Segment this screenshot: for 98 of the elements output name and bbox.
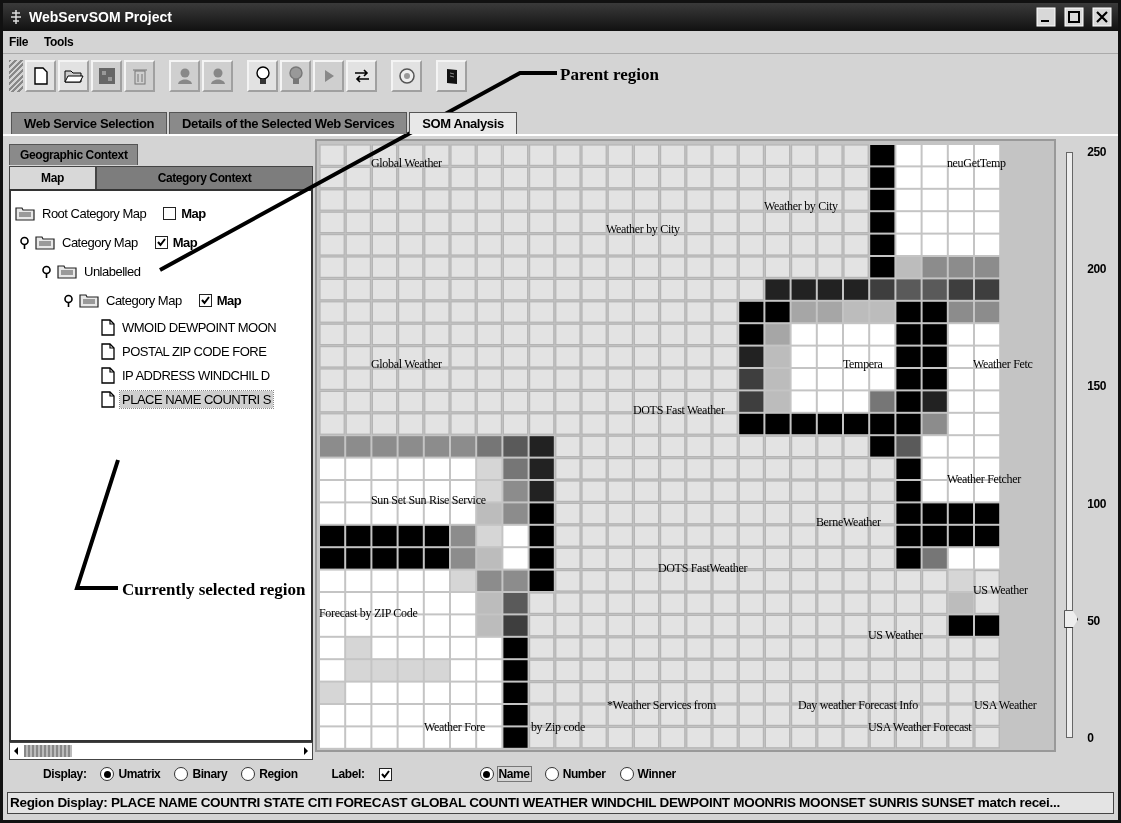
swap-arrows-icon [352,68,371,84]
tab[interactable]: Category Context [96,166,313,189]
node-label: by Zip code [530,720,585,735]
label-caption: Label: [331,767,365,781]
tree-item[interactable]: IP ADDRESS WINDCHIL D [120,366,272,384]
scale-tick-label: 200 [1087,262,1106,277]
node-label: Weather Fetc [972,357,1033,372]
display-label: Display: [43,767,87,781]
scale-tick-label: 50 [1087,613,1100,628]
tree-item[interactable]: Category Map [104,292,184,309]
lightbulb-icon [254,66,271,86]
tree-item[interactable]: WMOID DEWPOINT MOON [120,318,279,336]
node-label: neuGetTemp [946,156,1006,171]
checkbox-label: Map [172,235,198,250]
node-label: USA Weather [973,698,1037,713]
tree-item[interactable]: Root Category Map [40,205,149,222]
map-checkbox[interactable] [163,207,177,220]
toolbar-button[interactable] [346,60,377,92]
node-label: Weather Fetcher [946,472,1022,487]
document-icon [101,342,115,360]
expand-handle-icon[interactable] [63,293,74,308]
node-label: Weather by City [763,199,838,214]
node-label: Sun Set Sun Rise Service [370,493,486,508]
radio-button[interactable]: Binary [174,767,228,781]
tab[interactable]: Details of the Selected Web Services [169,112,408,134]
lightbulb-icon [287,66,304,86]
menu-item[interactable]: Tools [42,35,76,49]
close-icon[interactable] [1092,7,1112,27]
map-checkbox[interactable] [198,294,212,307]
minimize-icon[interactable] [1036,7,1056,27]
tab[interactable]: Map [9,166,96,189]
annotation-label: Currently selected region [122,580,306,600]
folder-icon [79,293,99,308]
tree-item[interactable]: Unlabelled [82,263,143,280]
play-icon [322,69,335,83]
scale-tick-label: 150 [1087,379,1106,394]
node-label: BerneWeather [815,515,881,530]
node-label: Global Weather [370,357,442,372]
node-label: *Weather Services from [606,698,716,713]
document-icon [101,318,115,336]
toolbar-grip[interactable] [9,60,23,92]
maximize-icon[interactable] [1064,7,1084,27]
scale-tick-label: 0 [1087,731,1094,745]
toolbar-button[interactable] [58,60,89,92]
annotation-label: Parent region [560,65,659,85]
toolbar-button[interactable] [391,60,422,92]
folder-icon [15,206,35,221]
window-title: WebServSOM Project [29,9,172,25]
node-label: DOTS Fast Weather [632,403,725,418]
document-icon [101,366,115,384]
scale-tick-label: 250 [1087,145,1106,159]
radio-button[interactable]: Umatrix [100,767,161,781]
person-icon [208,67,227,85]
node-label: US Weather [972,583,1028,598]
open-folder-icon [63,68,84,84]
node-label: Global Weather [370,156,442,171]
map-checkbox[interactable] [154,236,168,249]
tab[interactable]: SOM Analysis [409,112,517,134]
radio-button[interactable]: Number [544,767,606,781]
tab[interactable]: Web Service Selection [11,112,168,134]
scale-tick-label: 100 [1087,496,1106,511]
disc-icon [397,67,416,85]
tree-item[interactable]: PLACE NAME COUNTRI S [120,390,273,408]
folder-icon [35,235,55,250]
toolbar-button[interactable] [25,60,56,92]
document-icon [101,390,115,408]
scrollbar-thumb[interactable] [24,745,72,757]
trash-icon [131,67,148,85]
radio-button[interactable]: Name [479,767,531,781]
expand-handle-icon[interactable] [19,235,30,250]
menu-item[interactable]: File [7,35,31,49]
node-label: Day weather Forecast Info [797,698,918,713]
tree-item[interactable]: Category Map [60,234,140,251]
toolbar-button[interactable] [436,60,467,92]
checkbox-label: Map [181,206,206,221]
node-label: Weather Fore [423,720,485,735]
new-document-icon [32,67,49,85]
horizontal-scrollbar[interactable] [9,742,313,760]
radio-button[interactable]: Region [241,767,298,781]
node-label: DOTS FastWeather [657,561,748,576]
app-icon [9,9,23,25]
node-label: US Weather [867,628,923,643]
grid-icon [97,67,116,85]
node-label: Tempera [842,357,883,372]
folder-icon [57,264,77,279]
tab[interactable]: Geographic Context [9,144,139,165]
person-icon [175,67,194,85]
tree-item[interactable]: POSTAL ZIP CODE FORE [120,342,269,360]
radio-button[interactable]: Winner [619,767,676,781]
expand-handle-icon[interactable] [41,264,52,279]
slider-thumb[interactable] [1064,610,1079,629]
toolbar-button[interactable] [247,60,278,92]
label-checkbox[interactable] [378,767,392,781]
node-label: Forecast by ZIP Code [318,606,418,621]
node-label: Weather by City [605,222,680,237]
status-bar: Region Display: PLACE NAME COUNTRI STATE CITI FORECAST GLOBAL COUNTI WEATHER WINDCHIL DEWPOINT MOONRIS MOONSET SUNRIS SUNSET match recei... [7,792,1114,814]
checkbox-label: Map [216,293,242,308]
node-label: USA Weather Forecast [867,720,972,735]
